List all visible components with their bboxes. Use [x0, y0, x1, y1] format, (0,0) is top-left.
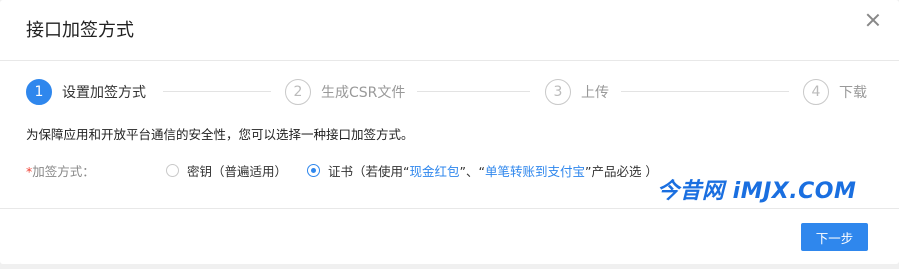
cert-mid: ”、“: [459, 163, 485, 179]
steps-bar: 1 设置加签方式 2 生成CSR文件 3 上传 4 下载: [26, 77, 871, 107]
radio-cert[interactable]: 证书（若使用“现金红包”、“单笔转账到支付宝”产品必选 ）: [307, 161, 658, 180]
step-label: 设置加签方式: [62, 85, 146, 101]
step-divider: [417, 91, 530, 92]
step-3: 3 上传: [545, 77, 609, 107]
link-single-transfer[interactable]: 单笔转账到支付宝: [485, 164, 585, 179]
close-icon[interactable]: [865, 12, 881, 28]
link-cash-red-packet[interactable]: 现金红包: [410, 164, 460, 179]
step-number: 1: [26, 79, 52, 105]
radio-key[interactable]: 密钥（普遍适用）: [166, 161, 287, 180]
sign-method-label: *加签方式：: [26, 161, 166, 180]
modal-dialog: 接口加签方式 1 设置加签方式 2 生成CSR文件 3 上传 4 下载 为保障应…: [0, 0, 899, 264]
step-number: 3: [545, 79, 571, 105]
step-label: 上传: [581, 85, 609, 101]
sign-method-label-text: 加签方式：: [32, 163, 95, 179]
sign-method-radio-group: 密钥（普遍适用） 证书（若使用“现金红包”、“单笔转账到支付宝”产品必选 ）: [166, 161, 678, 180]
radio-key-label[interactable]: 密钥（普遍适用）: [187, 161, 287, 180]
watermark: 今昔网 iMJX.COM: [657, 179, 857, 204]
modal-header: 接口加签方式: [0, 0, 899, 61]
next-step-button[interactable]: 下一步: [801, 223, 868, 251]
step-4: 4 下载: [803, 77, 867, 107]
cert-suffix: ”产品必选 ）: [584, 163, 658, 179]
step-label: 生成CSR文件: [321, 85, 406, 101]
modal-title: 接口加签方式: [26, 20, 134, 41]
radio-cert-circle[interactable]: [307, 163, 321, 177]
step-number: 4: [803, 79, 829, 105]
sign-method-row: *加签方式： 密钥（普遍适用） 证书（若使用“现金红包”、“单笔转账到支付宝”产…: [26, 160, 678, 180]
step-2: 2 生成CSR文件: [285, 77, 405, 107]
cert-prefix: 证书（若使用“: [328, 163, 410, 179]
modal-footer: 下一步: [0, 208, 899, 264]
step-label: 下载: [839, 85, 867, 101]
radio-cert-label[interactable]: 证书（若使用“现金红包”、“单笔转账到支付宝”产品必选 ）: [328, 161, 658, 180]
step-1: 1 设置加签方式: [26, 77, 146, 107]
step-divider: [163, 91, 271, 92]
step-divider: [621, 91, 789, 92]
step-number: 2: [285, 79, 311, 105]
description-text: 为保障应用和开放平台通信的安全性，您可以选择一种接口加签方式。: [26, 127, 414, 142]
radio-key-circle[interactable]: [166, 163, 179, 177]
